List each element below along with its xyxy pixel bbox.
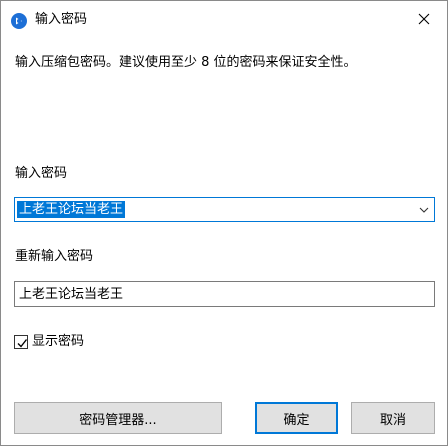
close-button[interactable]	[401, 1, 447, 40]
password-manager-button[interactable]: 密码管理器...	[14, 402, 222, 434]
password-input-value[interactable]: 上老王论坛当老王	[17, 201, 126, 218]
reenter-password-label: 重新输入密码	[15, 249, 94, 264]
close-icon	[418, 13, 430, 29]
show-password-checkbox[interactable]	[14, 335, 28, 349]
window-title: 输入密码	[35, 12, 88, 27]
password-label: 输入密码	[15, 166, 68, 181]
reenter-password-input[interactable]: 上老王论坛当老王	[14, 281, 435, 307]
password-dialog: 输入密码 输入压缩包密码。建议使用至少 8 位的密码来保证安全性。 输入密码 上…	[0, 0, 448, 446]
reenter-password-value: 上老王论坛当老王	[19, 287, 124, 302]
app-logo-icon	[11, 13, 27, 29]
password-combobox[interactable]: 上老王论坛当老王	[14, 197, 435, 222]
chevron-down-icon[interactable]	[418, 204, 430, 216]
title-bar[interactable]: 输入密码	[1, 1, 447, 40]
show-password-option[interactable]: 显示密码	[14, 334, 84, 350]
dialog-description: 输入压缩包密码。建议使用至少 8 位的密码来保证安全性。	[15, 55, 357, 70]
ok-button[interactable]: 确定	[255, 402, 338, 434]
checkmark-icon	[17, 339, 28, 348]
cancel-button[interactable]: 取消	[351, 402, 435, 434]
show-password-label[interactable]: 显示密码	[32, 334, 84, 350]
